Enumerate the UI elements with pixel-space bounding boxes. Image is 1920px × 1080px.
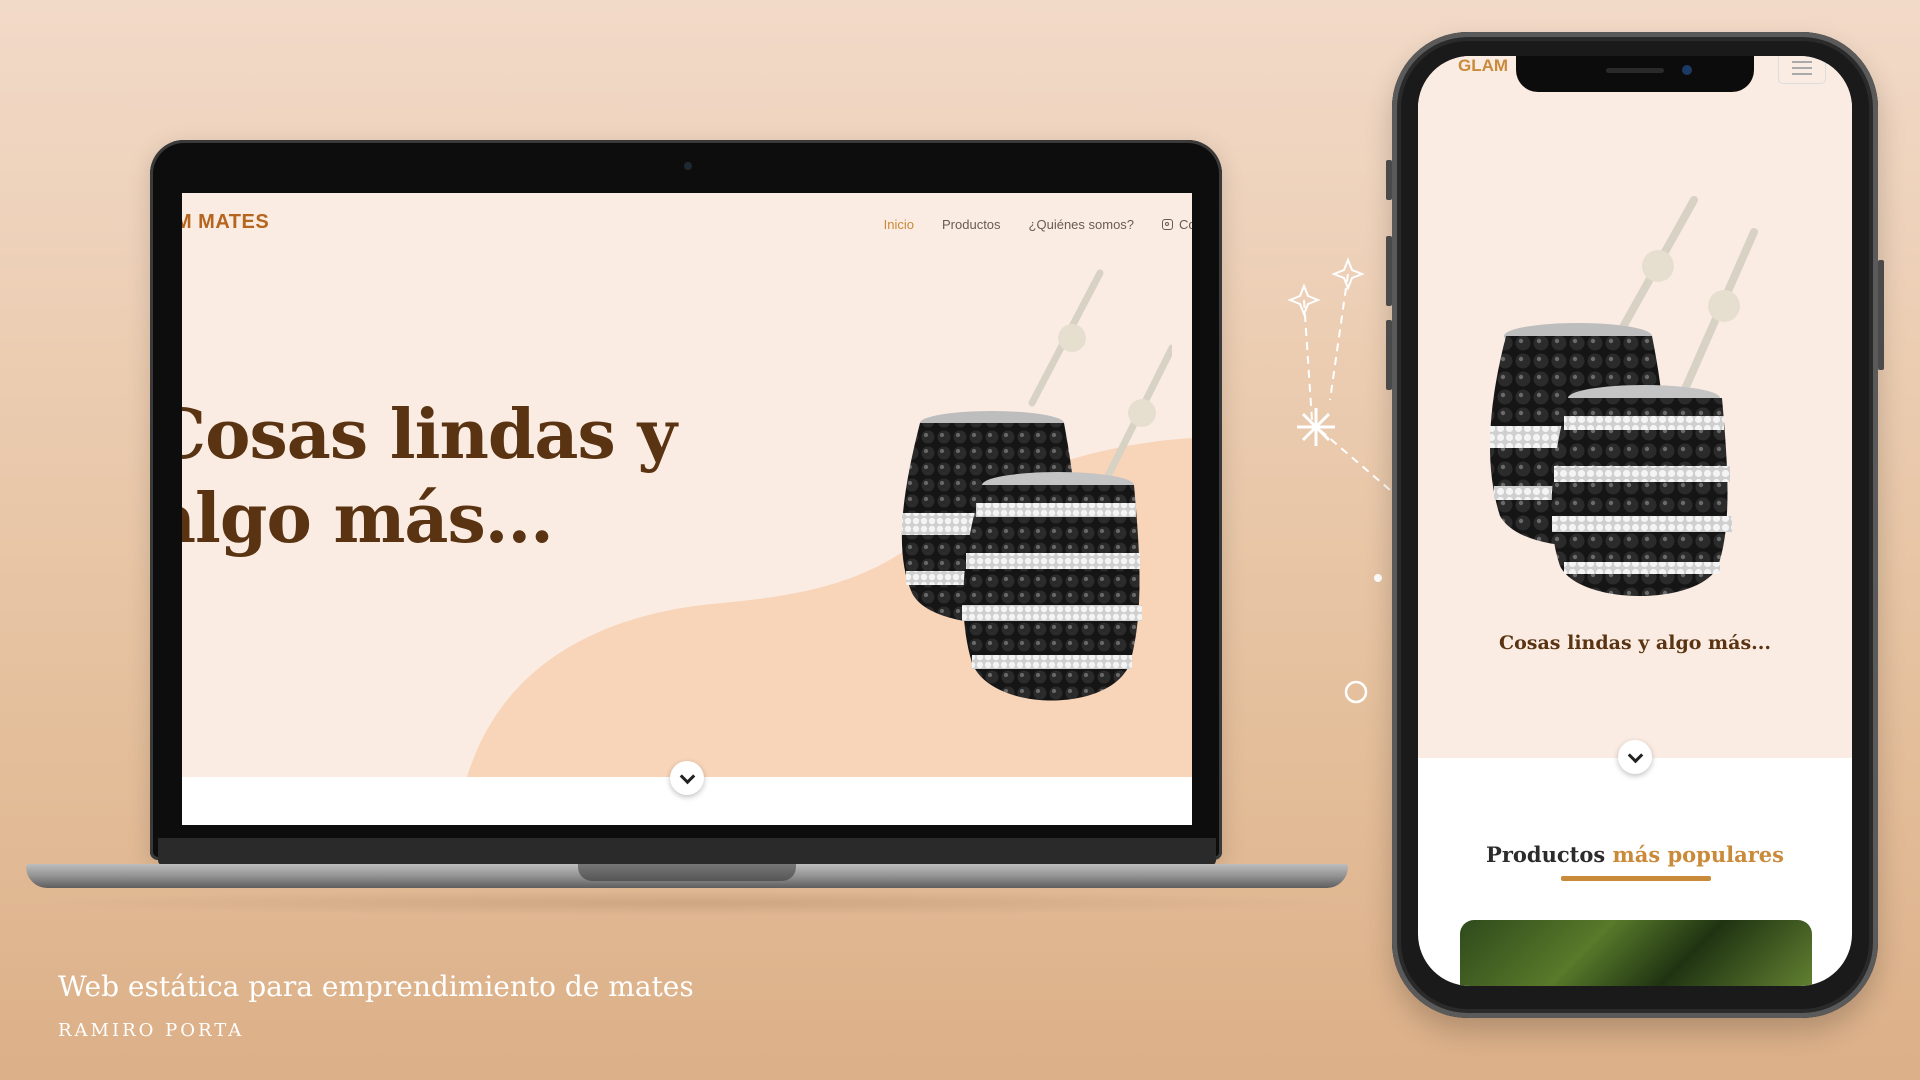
hamburger-icon[interactable] xyxy=(1778,56,1826,84)
site-logo[interactable]: AM MATES xyxy=(182,211,269,234)
caption-author: RAMIRO PORTA xyxy=(58,1020,245,1041)
phone-hero-section: GLAM Cosas lindas y algo más... xyxy=(1418,56,1852,758)
phone-hero-title: Cosas lindas y algo más... xyxy=(1499,632,1771,654)
laptop-screen: AM MATES Inicio Productos ¿Quiénes somos… xyxy=(182,193,1192,825)
phone-speaker xyxy=(1606,68,1664,73)
section-underline xyxy=(1561,876,1711,881)
laptop-camera xyxy=(684,162,692,170)
phone-camera xyxy=(1682,65,1692,75)
phone-notch xyxy=(1516,56,1754,92)
caption-title: Web estática para emprendimiento de mate… xyxy=(58,970,694,1003)
chevron-down-icon xyxy=(1627,747,1643,763)
phone-mates-product-image xyxy=(1489,196,1758,596)
instagram-icon xyxy=(1162,219,1174,230)
laptop-hinge xyxy=(158,838,1216,866)
phone-volume-down xyxy=(1386,320,1392,390)
nav-item-productos[interactable]: Productos xyxy=(942,217,1001,232)
scroll-down-button[interactable] xyxy=(670,761,704,795)
nav-item-contacto-label: Cor xyxy=(1179,217,1192,232)
section-title-main: Productos xyxy=(1486,842,1606,867)
chevron-down-icon xyxy=(679,768,695,784)
laptop-shadow xyxy=(40,890,1340,916)
hero-section: AM MATES Inicio Productos ¿Quiénes somos… xyxy=(182,193,1192,777)
nav-item-contacto[interactable]: Cor xyxy=(1162,217,1192,232)
phone-side-button xyxy=(1386,160,1392,200)
mates-product-image xyxy=(901,269,1172,701)
phone-site-logo[interactable]: GLAM xyxy=(1458,56,1508,76)
product-card-image[interactable] xyxy=(1460,920,1812,986)
nav-item-inicio[interactable]: Inicio xyxy=(884,217,914,232)
popular-products-title: Productos más populares xyxy=(1418,842,1852,867)
phone-volume-up xyxy=(1386,236,1392,306)
constellation-decoration xyxy=(1287,257,1391,704)
section-title-accent: más populares xyxy=(1612,842,1784,867)
phone-scroll-down-button[interactable] xyxy=(1618,740,1652,774)
main-nav: Inicio Productos ¿Quiénes somos? Cor xyxy=(884,217,1192,232)
phone-screen: GLAM Cosas lindas y algo más... Producto… xyxy=(1418,56,1852,986)
nav-item-quienes-somos[interactable]: ¿Quiénes somos? xyxy=(1029,217,1135,232)
phone-power-button xyxy=(1878,260,1884,370)
laptop-trackpad-notch xyxy=(578,864,796,881)
hero-title: Cosas lindas y algo más... xyxy=(182,395,677,559)
